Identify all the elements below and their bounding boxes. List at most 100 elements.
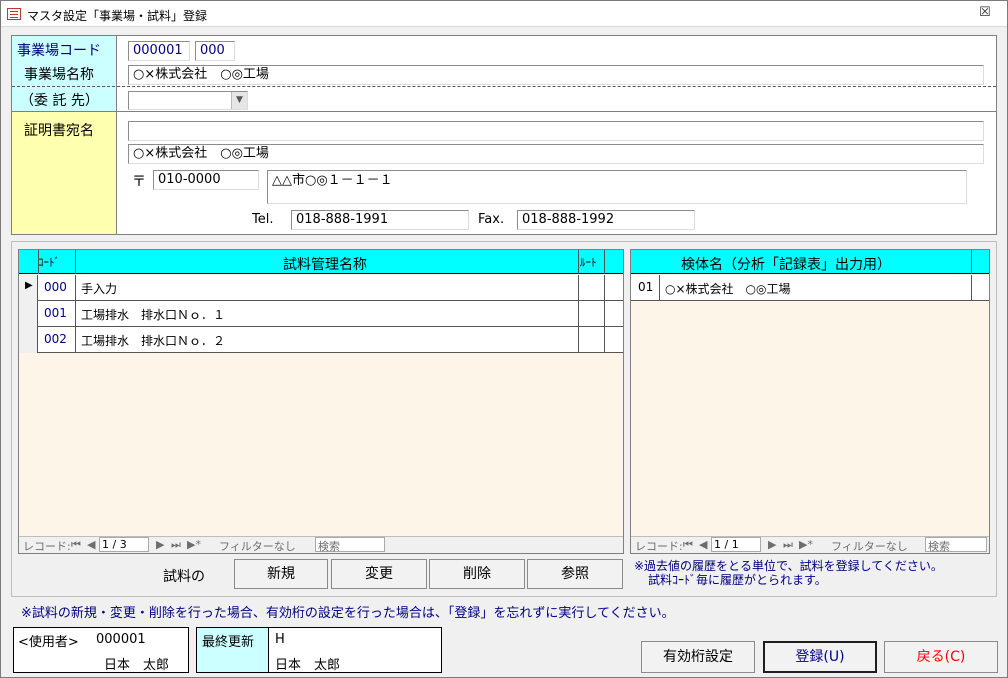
code-column-header: ｺｰﾄﾞ [38,256,60,269]
plant-code-field[interactable]: 000001 [128,41,190,61]
first-record-icon[interactable]: ⏮ [683,538,693,552]
last-record-icon[interactable]: ⏭ [783,538,793,552]
record-position-field[interactable]: 1 / 3 [99,537,149,552]
entrust-select[interactable] [128,91,248,110]
certificate-line1-field[interactable] [128,121,984,141]
first-record-icon[interactable]: ⏮ [71,538,81,552]
route-column-header: ﾙｰﾄ [580,256,597,269]
postal-mark: 〒 [132,174,146,190]
fax-label: Fax. [478,212,505,227]
table-row[interactable]: ▶ 000 手入力 [19,275,623,301]
address-field[interactable]: △△市○◎１－１－１ [267,170,967,204]
row-selector[interactable] [19,327,38,353]
specimen-name-column-header: 検体名（分析「記録表」出力用） [681,257,891,273]
user-label: <使用者> [18,635,79,650]
fax-field[interactable]: 018-888-1992 [517,210,695,230]
grid-line [604,301,605,327]
certificate-line2-field[interactable]: ○×株式会社 ○◎工場 [128,144,984,164]
previous-record-icon[interactable]: ◀ [87,538,95,551]
new-record-icon[interactable]: ▶* [187,538,201,551]
next-record-icon[interactable]: ▶ [156,538,164,551]
grid-line [578,275,579,301]
filter-button[interactable]: フィルターなし [219,538,296,554]
sample-name[interactable]: 工場排水 排水口Ｎｏ．１ [81,306,225,323]
table-row[interactable]: 002 工場排水 排水口Ｎｏ．２ [19,327,623,353]
grid-line [75,301,76,327]
specimen-name[interactable]: ○×株式会社 ○◎工場 [665,280,790,297]
user-id: 000001 [96,632,146,647]
grid-line [971,275,972,301]
history-note-line2: 試料ｺｰﾄﾞ毎に履歴がとられます。 [648,573,827,587]
last-update-box: 最終更新 H 日本 太郎 [196,627,442,673]
sample-name[interactable]: 手入力 [81,280,117,297]
user-name: 日本 太郎 [104,658,170,673]
specimen-code[interactable]: 01 [638,280,653,294]
tel-label: Tel. [252,212,274,227]
row-selector[interactable]: ▶ [19,275,38,301]
register-button[interactable]: 登録(U) [763,641,877,673]
certificate-section: 証明書宛名 ○×株式会社 ○◎工場 〒 010-0000 △△市○◎１－１－１ … [11,111,997,235]
grid-line [659,275,660,301]
sample-name-column-header: 試料管理名称 [283,257,367,273]
record-search-field[interactable]: 検索 [925,537,987,553]
new-record-icon[interactable]: ▶* [799,538,813,551]
tel-field[interactable]: 018-888-1991 [291,210,469,230]
sample-grid-header: ｺｰﾄﾞ 試料管理名称 ﾙｰﾄ [19,250,623,274]
close-icon[interactable]: ☒ [979,5,991,20]
grid-line [971,250,972,274]
sample-code[interactable]: 000 [44,280,67,294]
plant-subcode-field[interactable]: 000 [195,41,235,61]
current-record-icon: ▶ [25,280,33,291]
section-divider [12,86,996,87]
record-position-field[interactable]: 1 / 1 [711,537,761,552]
plant-name-label: 事業場名称 [24,67,94,83]
change-sample-button[interactable]: 変更 [331,559,427,589]
plant-name-field[interactable]: ○×株式会社 ○◎工場 [128,65,984,85]
grid-line [578,301,579,327]
reference-sample-button[interactable]: 参照 [527,559,623,589]
record-search-field[interactable]: 検索 [315,537,385,553]
new-sample-button[interactable]: 新規 [234,559,328,589]
filter-button[interactable]: フィルターなし [831,538,908,554]
plant-code-label: 事業場コード [17,43,101,59]
last-update-label: 最終更新 [202,635,255,650]
plant-section: 事業場コード 事業場名称 （委 託 先） 000001 000 ○×株式会社 ○… [11,35,997,112]
grid-line [38,250,39,274]
back-button[interactable]: 戻る(C) [884,641,998,673]
sample-code[interactable]: 001 [44,306,67,320]
grid-line [578,327,579,353]
specimen-grid: 検体名（分析「記録表」出力用） 01 ○×株式会社 ○◎工場 レコード: ⏮ ◀… [630,249,990,554]
grid-line [604,250,605,274]
title-bar: マスタ設定「事業場・試料」登録 ☒ [1,1,1007,27]
certificate-label: 証明書宛名 [24,123,94,139]
sample-actions-label: 試料の [163,569,205,585]
grid-line [604,327,605,353]
user-box: <使用者> 000001 日本 太郎 [13,627,189,673]
sample-code[interactable]: 002 [44,332,67,346]
sample-name[interactable]: 工場排水 排水口Ｎｏ．２ [81,332,225,349]
last-record-icon[interactable]: ⏭ [171,538,181,552]
grid-line [75,275,76,301]
window: マスタ設定「事業場・試料」登録 ☒ 事業場コード 事業場名称 （委 託 先） 0… [0,0,1008,678]
table-row[interactable]: 001 工場排水 排水口Ｎｏ．１ [19,301,623,327]
digits-setting-button[interactable]: 有効桁設定 [641,641,755,673]
window-title: マスタ設定「事業場・試料」登録 [27,9,208,23]
grid-line [75,250,76,274]
grid-line [75,327,76,353]
form-icon [7,8,21,20]
table-row[interactable]: 01 ○×株式会社 ○◎工場 [631,275,989,301]
entrust-label: （委 託 先） [20,93,99,109]
sample-grid: ｺｰﾄﾞ 試料管理名称 ﾙｰﾄ ▶ 000 手入力 001 工場排水 排水口Ｎｏ… [18,249,624,554]
row-selector[interactable] [19,301,38,327]
grid-line [578,250,579,274]
record-navigation-bar: レコード: ⏮ ◀ 1 / 1 ▶ ⏭ ▶* フィルターなし 検索 [631,536,989,553]
delete-sample-button[interactable]: 削除 [429,559,525,589]
next-record-icon[interactable]: ▶ [768,538,776,551]
chevron-down-icon[interactable]: ▼ [231,92,247,109]
last-update-flag: H [275,632,285,647]
grid-line [604,275,605,301]
previous-record-icon[interactable]: ◀ [699,538,707,551]
specimen-grid-header: 検体名（分析「記録表」出力用） [631,250,989,274]
register-warning: ※試料の新規・変更・削除を行った場合、有効桁の設定を行った場合は、「登録」を忘れ… [21,606,675,621]
postal-code-field[interactable]: 010-0000 [153,170,259,190]
